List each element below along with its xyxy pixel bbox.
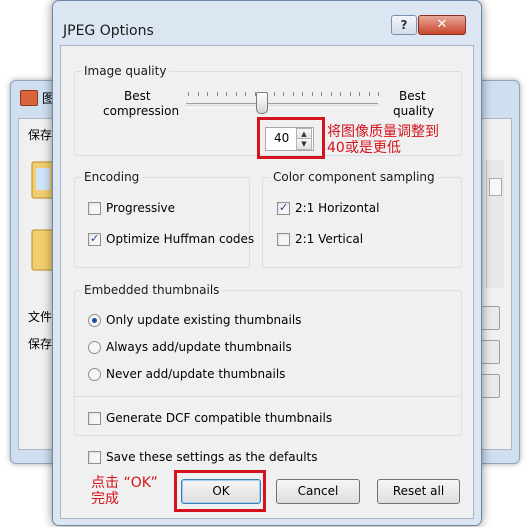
slider-tick xyxy=(321,92,322,96)
help-button[interactable]: ? xyxy=(391,15,417,35)
slider-tick xyxy=(283,92,284,96)
slider-tick xyxy=(292,92,294,96)
slider-tick xyxy=(226,92,227,96)
best-compression-label-2: compression xyxy=(103,104,180,118)
cancel-button[interactable]: Cancel xyxy=(276,479,360,504)
slider-tick xyxy=(245,92,246,96)
background-button[interactable] xyxy=(480,374,500,398)
dialog-title: JPEG Options xyxy=(63,23,154,39)
dcf-checkbox[interactable] xyxy=(88,412,101,425)
slider-tick xyxy=(368,92,370,96)
slider-tick xyxy=(207,92,208,96)
never-add-radio[interactable] xyxy=(88,368,101,381)
background-label-save-as: 保存 xyxy=(28,337,53,351)
only-update-radio[interactable] xyxy=(88,314,101,327)
best-quality-label-2: quality xyxy=(393,104,435,118)
slider-tick xyxy=(273,92,275,96)
ok-highlight-box xyxy=(174,470,266,512)
background-label-file: 文件 xyxy=(28,310,53,324)
optimize-huffman-label[interactable]: Optimize Huffman codes xyxy=(106,232,254,246)
ok-annotation-line-1: 点击 “OK” xyxy=(91,475,158,491)
close-button[interactable]: ✕ xyxy=(418,15,466,35)
slider-tick xyxy=(216,92,218,96)
best-compression-label: Best xyxy=(124,89,151,103)
background-button[interactable] xyxy=(480,306,500,330)
color-sampling-group xyxy=(262,177,462,268)
slider-tick xyxy=(311,92,313,96)
vertical-sampling-label[interactable]: 2:1 Vertical xyxy=(295,232,363,246)
slider-tick xyxy=(349,92,351,96)
progressive-checkbox[interactable] xyxy=(88,202,101,215)
ok-annotation-line-2: 完成 xyxy=(91,491,119,507)
slider-tick xyxy=(378,92,379,96)
horizontal-sampling-label[interactable]: 2:1 Horizontal xyxy=(295,201,379,215)
encoding-group xyxy=(74,177,250,268)
image-quality-label: Image quality xyxy=(81,64,170,78)
optimize-huffman-checkbox[interactable]: ✓ xyxy=(88,232,101,246)
quality-highlight-box xyxy=(257,117,325,159)
embedded-thumbnails-label: Embedded thumbnails xyxy=(81,283,223,297)
slider-tick xyxy=(188,92,189,96)
dcf-label[interactable]: Generate DCF compatible thumbnails xyxy=(106,411,332,425)
background-label-save: 保存 xyxy=(28,128,53,142)
progressive-label[interactable]: Progressive xyxy=(106,201,175,215)
save-defaults-label[interactable]: Save these settings as the defaults xyxy=(106,450,317,464)
radio-selected-dot xyxy=(92,318,97,323)
save-defaults-checkbox[interactable] xyxy=(88,451,101,464)
background-button[interactable] xyxy=(480,340,500,364)
quality-slider-track[interactable] xyxy=(186,103,378,108)
always-add-radio[interactable] xyxy=(88,341,101,354)
reset-all-button[interactable]: Reset all xyxy=(377,479,460,504)
slider-tick xyxy=(235,92,237,96)
background-scrollbar-thumb[interactable] xyxy=(489,178,502,196)
only-update-label[interactable]: Only update existing thumbnails xyxy=(106,313,301,327)
divider xyxy=(75,396,459,397)
color-sampling-label: Color component sampling xyxy=(270,170,438,184)
always-add-label[interactable]: Always add/update thumbnails xyxy=(106,340,292,354)
horizontal-sampling-checkbox[interactable]: ✓ xyxy=(277,201,290,215)
encoding-label: Encoding xyxy=(81,170,143,184)
best-quality-label: Best xyxy=(399,89,426,103)
never-add-label[interactable]: Never add/update thumbnails xyxy=(106,367,285,381)
slider-tick xyxy=(330,92,332,96)
vertical-sampling-checkbox[interactable] xyxy=(277,233,290,246)
camera-icon xyxy=(20,90,38,106)
quality-annotation-line-2: 40或是更低 xyxy=(327,140,401,156)
quality-annotation-line-1: 将图像质量调整到 xyxy=(327,124,439,140)
checkmark-icon: ✓ xyxy=(279,201,289,214)
quality-slider-thumb[interactable] xyxy=(256,92,268,114)
slider-tick xyxy=(302,92,303,96)
checkmark-icon: ✓ xyxy=(90,232,100,245)
slider-tick xyxy=(197,92,199,96)
slider-tick xyxy=(340,92,341,96)
slider-tick xyxy=(359,92,360,96)
